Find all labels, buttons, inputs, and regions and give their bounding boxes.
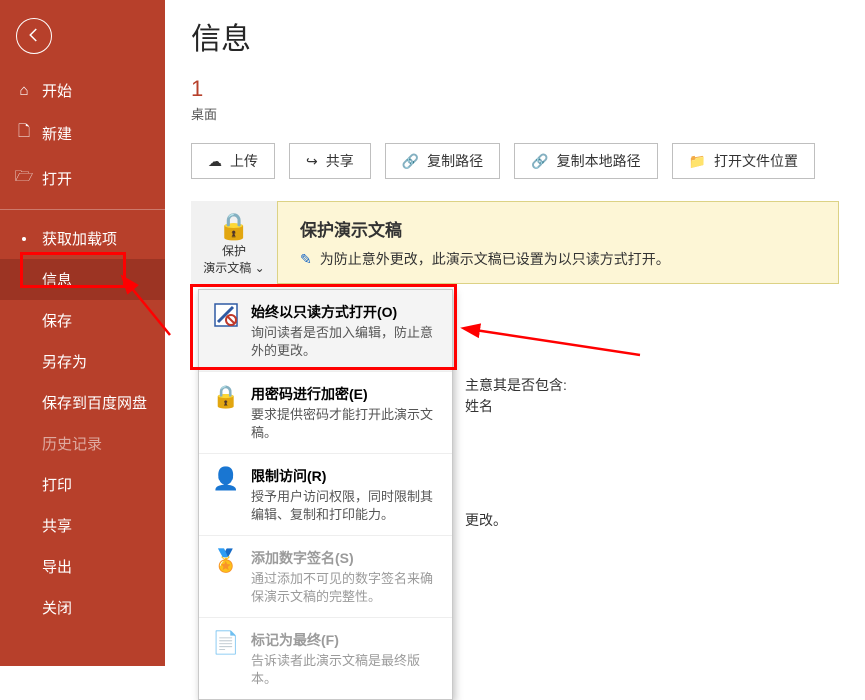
nav-label: 信息 <box>42 269 72 290</box>
final-icon: 📄 <box>213 630 239 656</box>
dd-title: 标记为最终(F) <box>251 630 438 650</box>
lock-icon: 🔒 <box>218 211 250 242</box>
sign-icon: 🏅 <box>213 548 239 574</box>
dd-desc: 告诉读者此演示文稿是最终版本。 <box>251 652 438 687</box>
nav-label: 保存 <box>42 310 72 331</box>
dd-desc: 询问读者是否加入编辑，防止意外的更改。 <box>251 324 438 359</box>
dd-digital-signature: 🏅 添加数字签名(S) 通过添加不可见的数字签名来确保演示文稿的完整性。 <box>199 535 452 617</box>
nav-label: 另存为 <box>42 351 87 372</box>
nav-label: 导出 <box>42 556 72 577</box>
nav-label: 共享 <box>42 515 72 536</box>
dd-title: 始终以只读方式打开(O) <box>251 302 438 322</box>
arrow-left-icon <box>25 26 43 47</box>
tile-line2: 演示文稿 ⌄ <box>203 259 264 276</box>
nav-saveas[interactable]: 另存为 <box>0 341 165 382</box>
nav-separator <box>0 209 165 210</box>
upload-button[interactable]: ☁ 上传 <box>191 143 275 179</box>
copy-local-path-button[interactable]: 🔗 复制本地路径 <box>514 143 657 179</box>
nav-label: 历史记录 <box>42 433 102 454</box>
btn-label: 打开文件位置 <box>714 151 798 171</box>
open-icon: 🗁 <box>16 166 32 191</box>
inspect-hint-2: 姓名 <box>465 396 493 416</box>
encrypt-icon: 🔒 <box>213 384 239 410</box>
dd-title: 添加数字签名(S) <box>251 548 438 568</box>
tile-line1: 保护 <box>222 242 246 259</box>
nav-close[interactable]: 关闭 <box>0 587 165 628</box>
dd-title: 限制访问(R) <box>251 466 438 486</box>
nav-new[interactable]: 🗋 新建 <box>0 111 165 156</box>
link-icon: 🔗 <box>531 153 548 170</box>
nav-info[interactable]: 信息 <box>0 259 165 300</box>
btn-label: 复制本地路径 <box>557 151 641 171</box>
nav-label: 保存到百度网盘 <box>42 392 147 413</box>
btn-label: 上传 <box>230 151 258 171</box>
back-button[interactable] <box>16 18 52 54</box>
share-icon: ↪ <box>306 153 318 170</box>
btn-label: 共享 <box>326 151 354 171</box>
dd-title: 用密码进行加密(E) <box>251 384 438 404</box>
nav-open[interactable]: 🗁 打开 <box>0 156 165 201</box>
nav-save-baidu[interactable]: 保存到百度网盘 <box>0 382 165 423</box>
nav-home[interactable]: ⌂ 开始 <box>0 70 165 111</box>
nav-label: 获取加载项 <box>42 228 117 249</box>
dd-restrict[interactable]: 👤 限制访问(R) 授予用户访问权限，同时限制其编辑、复制和打印能力。 <box>199 453 452 535</box>
nav-export[interactable]: 导出 <box>0 546 165 587</box>
action-row: ☁ 上传 ↪ 共享 🔗 复制路径 🔗 复制本地路径 📁 打开文件位置 <box>191 143 839 179</box>
nav-print[interactable]: 打印 <box>0 464 165 505</box>
open-location-button[interactable]: 📁 打开文件位置 <box>672 143 815 179</box>
home-icon: ⌂ <box>16 82 32 99</box>
protect-presentation-button[interactable]: 🔒 保护 演示文稿 ⌄ <box>191 201 277 284</box>
nav-history: 历史记录 <box>0 423 165 464</box>
cloud-upload-icon: ☁ <box>208 153 222 170</box>
dd-open-readonly[interactable]: 始终以只读方式打开(O) 询问读者是否加入编辑，防止意外的更改。 <box>199 290 452 371</box>
btn-label: 复制路径 <box>427 151 483 171</box>
page-title: 信息 <box>191 14 839 58</box>
nav-share[interactable]: 共享 <box>0 505 165 546</box>
pencil-icon: ✎ <box>300 251 312 268</box>
inspect-hint-3: 更改。 <box>465 510 507 530</box>
protect-description-panel: 保护演示文稿 ✎ 为防止意外更改，此演示文稿已设置为以只读方式打开。 <box>277 201 839 284</box>
link-icon: 🔗 <box>402 153 419 170</box>
new-icon: 🗋 <box>16 121 32 146</box>
dd-desc: 要求提供密码才能打开此演示文稿。 <box>251 406 438 441</box>
restrict-icon: 👤 <box>213 466 239 492</box>
bullet-icon <box>16 237 32 241</box>
nav-label: 新建 <box>42 123 72 144</box>
copy-path-button[interactable]: 🔗 复制路径 <box>385 143 500 179</box>
doc-title: 1 <box>191 76 839 102</box>
nav-label: 开始 <box>42 80 72 101</box>
nav-addins[interactable]: 获取加载项 <box>0 218 165 259</box>
nav-list: ⌂ 开始 🗋 新建 🗁 打开 获取加载项 信息 保存 另存为 <box>0 70 165 628</box>
dd-mark-final: 📄 标记为最终(F) 告诉读者此演示文稿是最终版本。 <box>199 617 452 699</box>
protect-dropdown: 始终以只读方式打开(O) 询问读者是否加入编辑，防止意外的更改。 🔒 用密码进行… <box>198 289 453 700</box>
share-button[interactable]: ↪ 共享 <box>289 143 371 179</box>
protect-section: 🔒 保护 演示文稿 ⌄ 保护演示文稿 ✎ 为防止意外更改，此演示文稿已设置为以只… <box>191 201 839 284</box>
readonly-icon <box>213 302 239 328</box>
backstage-sidebar: ⌂ 开始 🗋 新建 🗁 打开 获取加载项 信息 保存 另存为 <box>0 0 165 666</box>
dd-encrypt[interactable]: 🔒 用密码进行加密(E) 要求提供密码才能打开此演示文稿。 <box>199 371 452 453</box>
nav-label: 关闭 <box>42 597 72 618</box>
protect-body: 为防止意外更改，此演示文稿已设置为以只读方式打开。 <box>320 249 670 269</box>
nav-save[interactable]: 保存 <box>0 300 165 341</box>
folder-open-icon: 📁 <box>689 153 706 170</box>
protect-heading: 保护演示文稿 <box>300 216 816 241</box>
nav-label: 打开 <box>42 168 72 189</box>
doc-path: 桌面 <box>191 104 839 123</box>
nav-label: 打印 <box>42 474 72 495</box>
dd-desc: 通过添加不可见的数字签名来确保演示文稿的完整性。 <box>251 570 438 605</box>
inspect-hint-1: 主意其是否包含: <box>465 375 567 395</box>
dd-desc: 授予用户访问权限，同时限制其编辑、复制和打印能力。 <box>251 488 438 523</box>
